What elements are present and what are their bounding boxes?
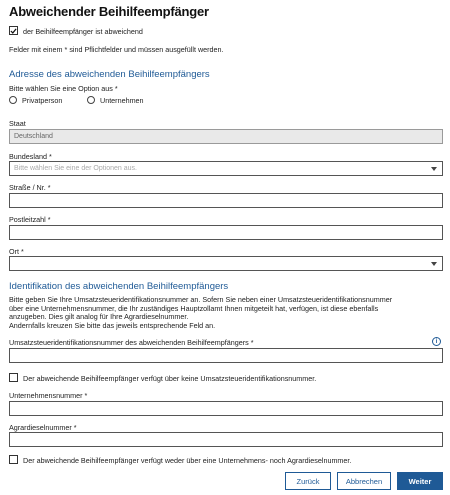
agrar-input[interactable] bbox=[9, 432, 443, 447]
street-label: Straße / Nr. * bbox=[9, 183, 51, 192]
agrar-label: Agrardieselnummer * bbox=[9, 423, 77, 432]
back-button[interactable]: Zurück bbox=[285, 472, 331, 490]
country-label: Staat bbox=[9, 119, 26, 128]
street-input[interactable] bbox=[9, 193, 443, 208]
state-label: Bundesland * bbox=[9, 152, 52, 161]
no-vat-checkbox[interactable] bbox=[9, 373, 18, 382]
page-title: Abweichender Beihilfeempfänger bbox=[9, 4, 209, 19]
deviating-recipient-label: der Beihilfeempfänger ist abweichend bbox=[23, 27, 143, 36]
radio-unternehmen-label: Unternehmen bbox=[100, 96, 144, 105]
cancel-button[interactable]: Abbrechen bbox=[337, 472, 391, 490]
deviating-recipient-checkbox[interactable] bbox=[9, 26, 18, 35]
radio-unternehmen[interactable] bbox=[87, 96, 95, 104]
city-label: Ort * bbox=[9, 247, 24, 256]
address-section-heading: Adresse des abweichenden Beihilfeempfäng… bbox=[9, 69, 210, 80]
no-vat-label: Der abweichende Beihilfeempfänger verfüg… bbox=[23, 374, 317, 383]
required-fields-note: Felder mit einem * sind Pflichtfelder un… bbox=[9, 45, 224, 54]
radio-privatperson[interactable] bbox=[9, 96, 17, 104]
info-icon[interactable]: i bbox=[432, 337, 441, 346]
identification-intro: Bitte geben Sie Ihre Umsatzsteueridentif… bbox=[9, 295, 443, 330]
country-field: Deutschland bbox=[9, 129, 443, 144]
chevron-down-icon bbox=[431, 262, 437, 266]
state-placeholder: Bitte wählen Sie eine der Optionen aus. bbox=[14, 165, 137, 172]
checkmark-icon bbox=[10, 28, 17, 34]
chevron-down-icon bbox=[431, 167, 437, 171]
intro-line: Andernfalls kreuzen Sie bitte das jeweil… bbox=[9, 320, 216, 330]
option-prompt: Bitte wählen Sie eine Option aus * bbox=[9, 84, 118, 93]
country-value: Deutschland bbox=[14, 133, 53, 140]
state-select[interactable]: Bitte wählen Sie eine der Optionen aus. bbox=[9, 161, 443, 176]
vat-label: Umsatzsteueridentifikationsnummer des ab… bbox=[9, 338, 254, 347]
radio-privatperson-label: Privatperson bbox=[22, 96, 63, 105]
no-numbers-label: Der abweichende Beihilfeempfänger verfüg… bbox=[23, 456, 352, 465]
next-button[interactable]: Weiter bbox=[397, 472, 443, 490]
company-number-label: Unternehmensnummer * bbox=[9, 391, 88, 400]
company-number-input[interactable] bbox=[9, 401, 443, 416]
vat-input[interactable] bbox=[9, 348, 443, 363]
postcode-label: Postleitzahl * bbox=[9, 215, 51, 224]
no-numbers-checkbox[interactable] bbox=[9, 455, 18, 464]
city-select[interactable] bbox=[9, 256, 443, 271]
postcode-input[interactable] bbox=[9, 225, 443, 240]
identification-section-heading: Identifikation des abweichenden Beihilfe… bbox=[9, 281, 229, 292]
